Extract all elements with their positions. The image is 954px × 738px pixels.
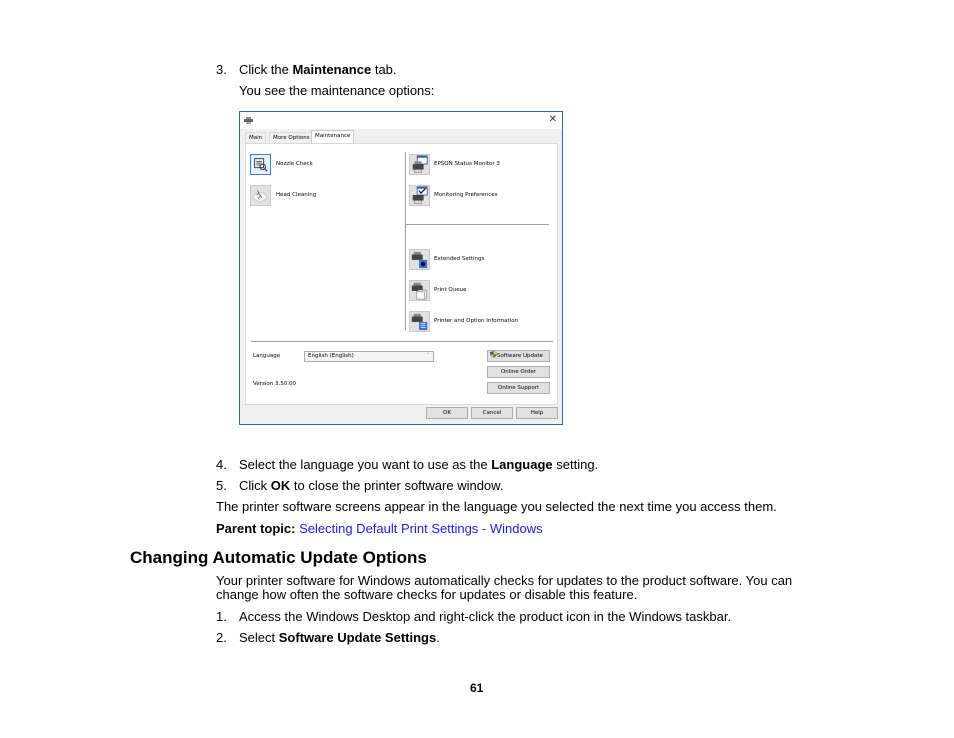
print-queue-button[interactable] xyxy=(409,280,430,301)
section-intro: Your printer software for Windows automa… xyxy=(216,573,793,602)
step-number: 1. xyxy=(216,609,227,624)
status-monitor-button[interactable] xyxy=(409,154,430,175)
section-heading: Changing Automatic Update Options xyxy=(130,548,427,567)
step-2: 2. Select Software Update Settings. xyxy=(216,630,440,645)
chevron-down-icon: ˅ xyxy=(426,353,430,359)
step-number: 3. xyxy=(216,62,227,77)
software-update-button[interactable]: Software Update xyxy=(487,350,550,362)
software-update-label: Software Update xyxy=(497,353,543,359)
monitoring-preferences-label: Monitoring Preferences xyxy=(434,192,498,198)
monitoring-preferences-button[interactable] xyxy=(409,185,430,206)
result-text: The printer software screens appear in t… xyxy=(216,499,777,514)
step-1: 1. Access the Windows Desktop and right-c… xyxy=(216,609,732,624)
head-cleaning-icon xyxy=(253,190,267,202)
step-number: 5. xyxy=(216,478,227,493)
parent-topic-link[interactable]: Selecting Default Print Settings - Windo… xyxy=(299,521,543,536)
cancel-button[interactable]: Cancel xyxy=(471,407,513,419)
ok-button[interactable]: OK xyxy=(426,407,468,419)
step-3: 3. Click the Maintenance tab. xyxy=(216,62,397,77)
status-monitor-label: EPSON Status Monitor 3 xyxy=(434,161,500,167)
print-queue-icon xyxy=(411,282,427,300)
online-support-button[interactable]: Online Support xyxy=(487,382,550,394)
printer-info-button[interactable] xyxy=(409,311,430,332)
step-4: 4. Select the language you want to use as… xyxy=(216,457,599,472)
tab-main[interactable]: Main xyxy=(245,132,267,143)
language-label: Language xyxy=(253,353,281,359)
help-button[interactable]: Help xyxy=(516,407,558,419)
step-5: 5. Click OK to close the printer software… xyxy=(216,478,504,493)
version-label: Version 3.50.00 xyxy=(253,381,296,387)
printer-info-label: Printer and Option Information xyxy=(434,318,519,324)
shield-icon xyxy=(490,351,497,358)
printer-info-icon xyxy=(411,313,428,331)
parent-topic-label: Parent topic: xyxy=(216,521,296,536)
maintenance-panel: Nozzle Check Head Cleaning EPSON Status … xyxy=(245,143,558,405)
print-queue-label: Print Queue xyxy=(434,287,467,293)
extended-settings-button[interactable] xyxy=(409,249,430,270)
status-monitor-icon xyxy=(412,155,428,173)
vertical-divider xyxy=(405,152,406,330)
nozzle-check-icon xyxy=(254,158,268,172)
language-select-value: English (English) xyxy=(308,353,354,359)
extended-settings-icon xyxy=(411,251,428,269)
nozzle-check-button[interactable] xyxy=(250,154,271,175)
language-select[interactable]: English (English) ˅ xyxy=(304,351,434,362)
bottom-divider xyxy=(251,341,553,342)
nozzle-check-label: Nozzle Check xyxy=(276,161,313,167)
tab-more-options[interactable]: More Options xyxy=(269,132,314,143)
step-3-result: You see the maintenance options: xyxy=(239,83,435,98)
monitoring-preferences-icon xyxy=(412,186,428,204)
dialog-title-bar: ✕ xyxy=(240,112,562,129)
page-number: 61 xyxy=(470,681,484,695)
head-cleaning-label: Head Cleaning xyxy=(276,192,317,198)
parent-topic: Parent topic: Selecting Default Print Se… xyxy=(216,521,543,537)
printer-settings-dialog: ✕ Main More Options Maintenance Nozzle C… xyxy=(239,111,563,425)
extended-settings-label: Extended Settings xyxy=(434,256,485,262)
close-icon[interactable]: ✕ xyxy=(549,114,557,125)
tab-maintenance[interactable]: Maintenance xyxy=(311,130,355,143)
printer-app-icon xyxy=(244,117,253,124)
online-order-button[interactable]: Online Order xyxy=(487,366,550,378)
head-cleaning-button[interactable] xyxy=(250,185,271,206)
step-number: 4. xyxy=(216,457,227,472)
step-number: 2. xyxy=(216,630,227,645)
right-divider xyxy=(406,224,549,225)
